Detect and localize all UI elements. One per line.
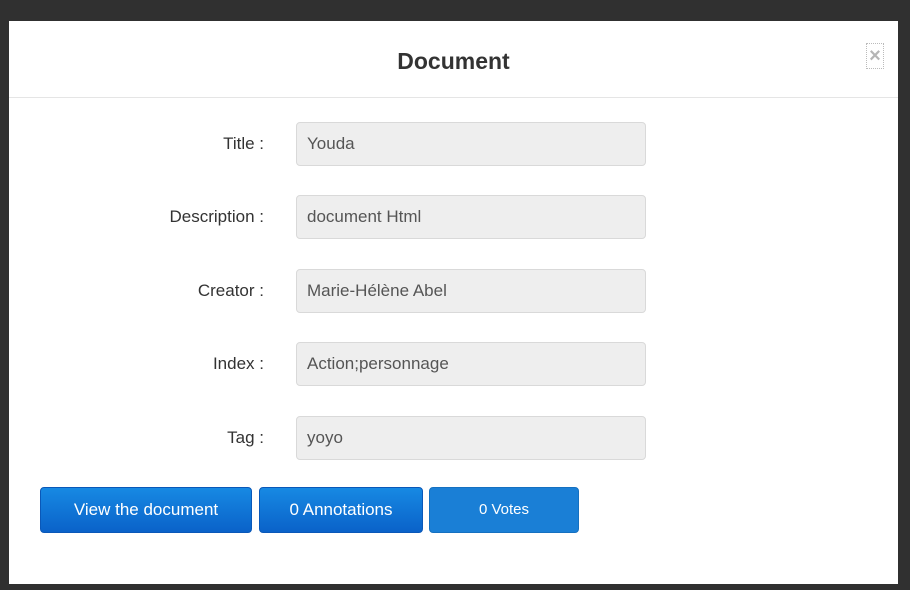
field-row-description: Description : — [9, 195, 898, 239]
field-row-index: Index : — [9, 342, 898, 386]
tag-field[interactable] — [296, 416, 646, 460]
field-label-title: Title : — [223, 134, 264, 153]
field-label-creator: Creator : — [197, 281, 264, 300]
field-row-title: Title : — [9, 122, 898, 166]
field-row-tag: Tag : — [9, 416, 898, 460]
document-modal: Document × Title : Description : Creator… — [9, 21, 898, 584]
backdrop — [0, 0, 9, 590]
backdrop — [0, 584, 910, 590]
backdrop — [898, 0, 910, 590]
title-field[interactable] — [296, 122, 646, 166]
modal-title: Document — [397, 48, 510, 74]
description-field[interactable] — [296, 195, 646, 239]
index-field[interactable] — [296, 342, 646, 386]
field-row-creator: Creator : — [9, 269, 898, 313]
backdrop — [0, 0, 910, 21]
creator-field[interactable] — [296, 269, 646, 313]
votes-button[interactable]: 0 Votes — [429, 487, 579, 533]
modal-header: Document × — [9, 21, 898, 98]
view-document-button[interactable]: View the document — [40, 487, 252, 533]
field-label-index: Index : — [212, 354, 264, 373]
action-buttons: View the document 0 Annotations 0 Votes — [40, 487, 600, 537]
field-label-tag: Tag : — [227, 428, 264, 447]
close-icon[interactable]: × — [866, 43, 884, 69]
field-label-description: Description : — [169, 207, 264, 226]
annotations-button[interactable]: 0 Annotations — [259, 487, 423, 533]
